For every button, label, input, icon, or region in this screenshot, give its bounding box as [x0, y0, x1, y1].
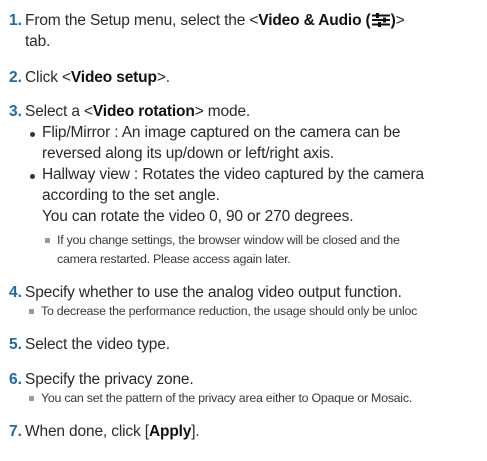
step-2-text: Click <Video setup>.	[25, 69, 170, 87]
note-marker	[29, 309, 34, 314]
hallway-line-1: Hallway view : Rotates the video capture…	[42, 166, 425, 183]
step-5-text: Select the video type.	[25, 336, 170, 353]
step-3-number: 3.	[9, 103, 22, 120]
step-7-apply: Apply	[148, 423, 192, 440]
sliders-icon	[371, 13, 390, 27]
rotation-note-line-1: If you change settings, the browser wind…	[57, 233, 400, 247]
flip-mirror-line-1: Flip/Mirror : An image captured on the c…	[42, 124, 401, 141]
step-1-number: 1.	[9, 12, 22, 29]
step-3-video-rotation: Video rotation	[92, 103, 195, 120]
hallway-line-2: according to the set angle.	[42, 187, 220, 204]
note-marker	[45, 238, 50, 243]
step-2-number: 2.	[9, 69, 22, 86]
hallway-line-3: You can rotate the video 0, 90 or 270 de…	[42, 208, 354, 225]
step-6-number: 6.	[9, 371, 22, 388]
step-4-number: 4.	[9, 284, 22, 301]
flip-mirror-line-2: reversed along its up/down or left/right…	[42, 145, 335, 162]
step-7-text: When done, click [Apply].	[25, 423, 200, 441]
step-2-suffix: >.	[156, 69, 170, 86]
step-1-prefix: From the Setup menu, select the <	[25, 12, 259, 29]
step-7-prefix: When done, click [	[25, 423, 149, 440]
step-3-text: Select a <Video rotation> mode.	[25, 103, 250, 121]
step-4-text: Specify whether to use the analog video …	[25, 284, 402, 301]
step-2-prefix: Click <	[25, 69, 71, 86]
step-5-number: 5.	[9, 336, 22, 353]
step-1-suffix: >	[395, 12, 405, 29]
analog-note: To decrease the performance reduction, t…	[41, 304, 418, 318]
bullet-dot	[30, 132, 35, 137]
step-1-text: From the Setup menu, select the <Video &…	[25, 12, 405, 30]
manual-page: 1. From the Setup menu, select the <Vide…	[0, 0, 487, 461]
step-2-video-setup: Video setup	[70, 69, 157, 86]
step-3-suffix: > mode.	[194, 103, 251, 120]
step-6-text: Specify the privacy zone.	[25, 371, 194, 388]
step-7-number: 7.	[9, 423, 22, 440]
privacy-note: You can set the pattern of the privacy a…	[41, 391, 412, 405]
step-3-prefix: Select a <	[25, 103, 93, 120]
rotation-note-line-2: camera restarted. Please access again la…	[57, 252, 291, 266]
step-7-suffix: ].	[191, 423, 200, 440]
note-marker	[29, 396, 34, 401]
step-1-tab-name: Video & Audio (	[258, 12, 371, 29]
step-1-continuation: tab.	[25, 33, 51, 50]
bullet-dot	[30, 174, 35, 179]
